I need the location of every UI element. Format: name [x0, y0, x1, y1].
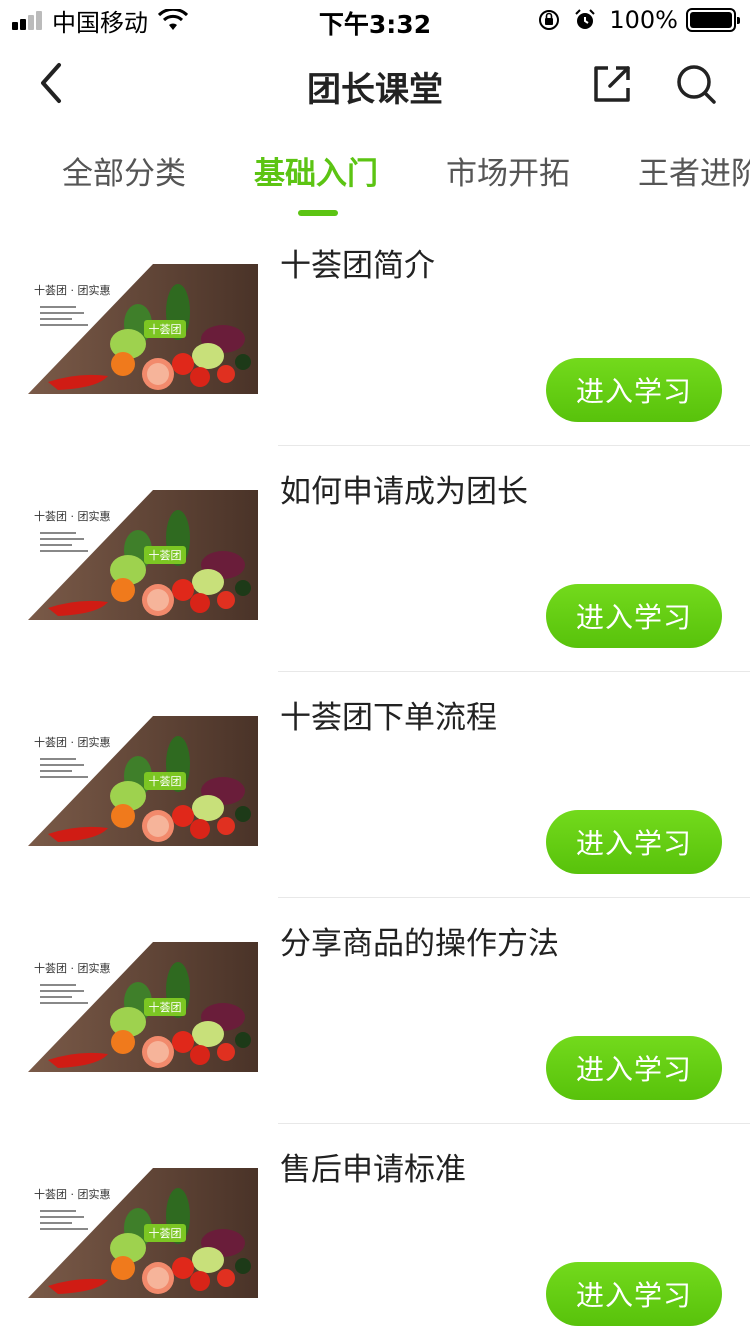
start-learning-button[interactable]: 进入学习 [546, 810, 722, 874]
vegetables-image: 十荟团 十荟团 · 团实惠 [28, 1168, 258, 1298]
tab-market-expansion[interactable]: 市场开拓 [446, 148, 570, 193]
course-title: 十荟团下单流程 [280, 700, 497, 736]
start-learning-button[interactable]: 进入学习 [546, 1036, 722, 1100]
nav-bar: 团长课堂 [0, 40, 750, 128]
vegetables-image: 十荟团 十荟团 · 团实惠 [28, 264, 258, 394]
share-icon[interactable] [588, 60, 636, 108]
course-thumbnail: 十荟团 十荟团 · 团实惠 [28, 716, 258, 846]
course-item[interactable]: 十荟团 十荟团 · 团实惠 十荟团下单流程 进入学习 [0, 672, 750, 898]
course-item[interactable]: 十荟团 十荟团 · 团实惠 如何申请成为团长 进入学习 [0, 446, 750, 672]
course-title: 售后申请标准 [280, 1152, 466, 1188]
course-thumbnail: 十荟团 十荟团 · 团实惠 [28, 1168, 258, 1298]
course-thumbnail: 十荟团 十荟团 · 团实惠 [28, 490, 258, 620]
thumbnail-brand-text: 十荟团 · 团实惠 [34, 1187, 111, 1201]
rotation-lock-icon [539, 10, 560, 30]
thumbnail-badge-text: 十荟团 [149, 774, 182, 788]
thumbnail-badge-text: 十荟团 [149, 1226, 182, 1240]
course-thumbnail: 十荟团 十荟团 · 团实惠 [28, 942, 258, 1072]
tab-king-advanced[interactable]: 王者进阶 [638, 148, 750, 193]
start-learning-button[interactable]: 进入学习 [546, 358, 722, 422]
thumbnail-badge-text: 十荟团 [149, 548, 182, 562]
course-item[interactable]: 十荟团 十荟团 · 团实惠 分享商品的操作方法 进入学习 [0, 898, 750, 1124]
thumbnail-brand-text: 十荟团 · 团实惠 [34, 509, 111, 523]
tab-basics[interactable]: 基础入门 [254, 148, 378, 193]
vegetables-image: 十荟团 十荟团 · 团实惠 [28, 490, 258, 620]
vegetables-image: 十荟团 十荟团 · 团实惠 [28, 716, 258, 846]
start-learning-button[interactable]: 进入学习 [546, 1262, 722, 1326]
course-title: 十荟团简介 [280, 248, 435, 284]
battery-icon [686, 8, 740, 32]
search-icon[interactable] [672, 60, 720, 108]
alarm-icon [575, 9, 596, 29]
course-item[interactable]: 十荟团 十荟团 · 团实惠 售后申请标准 进入学习 [0, 1124, 750, 1334]
thumbnail-brand-text: 十荟团 · 团实惠 [34, 961, 111, 975]
vegetables-image: 十荟团 十荟团 · 团实惠 [28, 942, 258, 1072]
thumbnail-badge-text: 十荟团 [149, 322, 182, 336]
thumbnail-brand-text: 十荟团 · 团实惠 [34, 283, 111, 297]
course-thumbnail: 十荟团 十荟团 · 团实惠 [28, 264, 258, 394]
start-learning-button[interactable]: 进入学习 [546, 584, 722, 648]
course-title: 分享商品的操作方法 [280, 926, 559, 962]
page-title: 团长课堂 [307, 70, 443, 110]
category-tabs: 全部分类 基础入门 市场开拓 王者进阶 [0, 128, 750, 220]
thumbnail-badge-text: 十荟团 [149, 1000, 182, 1014]
course-title: 如何申请成为团长 [280, 474, 528, 510]
status-bar: 中国移动 下午3:32 100% [0, 0, 750, 40]
active-tab-indicator [298, 210, 338, 216]
tab-all-categories[interactable]: 全部分类 [62, 148, 186, 193]
course-item[interactable]: 十荟团 十荟团 · 团实惠 十荟团简介 进入学习 [0, 220, 750, 446]
battery-percent: 100% [609, 6, 678, 34]
thumbnail-brand-text: 十荟团 · 团实惠 [34, 735, 111, 749]
